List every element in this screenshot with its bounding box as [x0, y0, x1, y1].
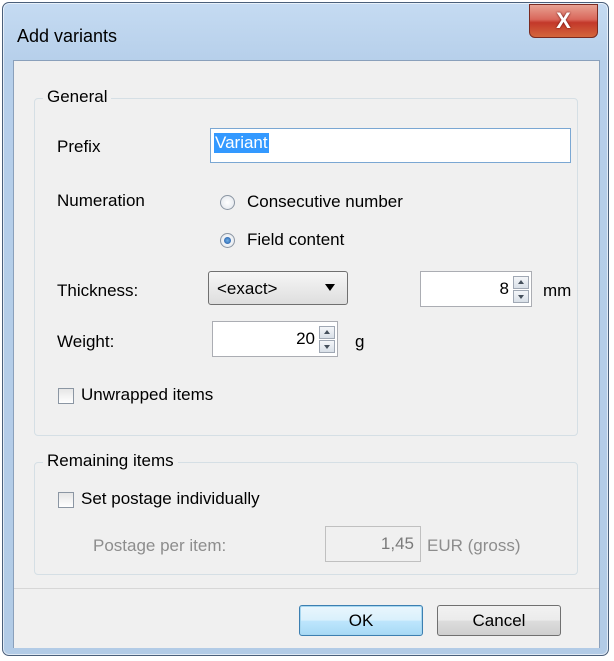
- dialog-client-area: General Prefix Variant Numeration Consec…: [13, 60, 600, 648]
- dialog-title: Add variants: [17, 26, 118, 46]
- weight-label: Weight:: [57, 332, 115, 351]
- chevron-down-icon: [325, 284, 335, 291]
- postage-value: 1,45: [380, 534, 414, 553]
- weight-stepper[interactable]: 20: [212, 321, 338, 357]
- spin-down-icon[interactable]: [513, 290, 529, 303]
- weight-unit: g: [355, 332, 365, 351]
- postage-unit: EUR (gross): [427, 536, 521, 555]
- cancel-button[interactable]: Cancel: [437, 605, 561, 636]
- ok-button[interactable]: OK: [299, 605, 423, 636]
- postage-per-item-label: Postage per item:: [93, 536, 227, 555]
- unwrapped-items-label[interactable]: Unwrapped items: [81, 385, 213, 405]
- spin-up-icon[interactable]: [513, 276, 529, 289]
- general-group: General Prefix Variant Numeration Consec…: [34, 87, 578, 436]
- radio-field-content[interactable]: [220, 233, 235, 248]
- weight-value: 20: [296, 329, 315, 348]
- radio-consecutive-number[interactable]: [220, 195, 235, 210]
- remaining-items-legend: Remaining items: [43, 451, 178, 471]
- unwrapped-items-checkbox[interactable]: [58, 388, 74, 404]
- thickness-unit: mm: [543, 281, 572, 300]
- prefix-label: Prefix: [57, 137, 101, 156]
- dialog-footer: OK Cancel: [14, 588, 599, 648]
- thickness-select[interactable]: <exact>: [208, 271, 348, 305]
- thickness-value: 8: [499, 279, 509, 298]
- close-icon: X: [556, 8, 571, 33]
- radio-consecutive-number-label[interactable]: Consecutive number: [247, 192, 403, 212]
- general-legend: General: [43, 87, 112, 107]
- set-postage-label[interactable]: Set postage individually: [81, 489, 260, 509]
- thickness-stepper[interactable]: 8: [420, 271, 532, 307]
- numeration-label: Numeration: [57, 191, 145, 210]
- thickness-select-value: <exact>: [217, 279, 278, 298]
- thickness-label: Thickness:: [57, 281, 139, 300]
- spin-down-icon[interactable]: [319, 340, 335, 353]
- postage-input[interactable]: 1,45: [325, 526, 421, 562]
- prefix-input[interactable]: Variant: [210, 128, 571, 163]
- remaining-items-group: Remaining items Set postage individually…: [34, 451, 578, 575]
- close-button[interactable]: X: [529, 4, 598, 38]
- spin-up-icon[interactable]: [319, 326, 335, 339]
- dialog-window: Add variants X General Prefix Variant Nu…: [2, 2, 609, 656]
- prefix-input-value: Variant: [214, 133, 269, 153]
- radio-field-content-label[interactable]: Field content: [247, 230, 344, 250]
- set-postage-checkbox[interactable]: [58, 492, 74, 508]
